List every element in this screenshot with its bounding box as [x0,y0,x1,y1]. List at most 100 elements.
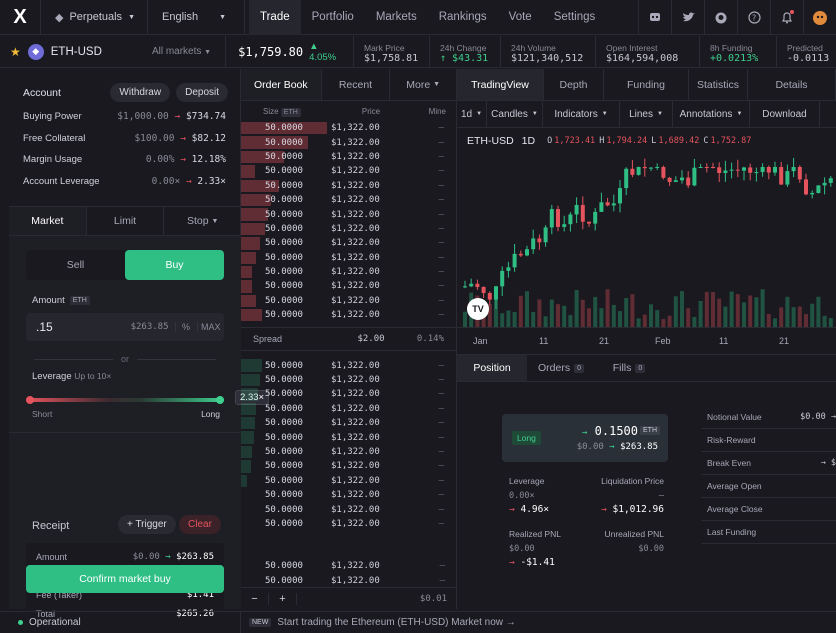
product-selector[interactable]: ◆ Perpetuals ▼ [40,0,147,35]
trigger-button[interactable]: + Trigger [118,515,176,534]
bid-row[interactable]: 50.0000 $1,322.00— [241,488,456,502]
chart-tab-statistics[interactable]: Statistics [689,69,748,100]
tab-limit[interactable]: Limit [87,207,165,235]
ask-row[interactable]: 50.0000 $1,322.00— [241,150,456,164]
announcement-link[interactable]: NEW Start trading the Ethereum (ETH-USD)… [241,617,516,628]
volume-bar [574,289,579,327]
ask-row[interactable]: 50.0000 $1,322.00— [241,121,456,135]
help-icon[interactable]: ? [737,0,770,35]
tab-position[interactable]: Position [457,355,527,381]
bid-row[interactable]: 50.0000 $1,322.00— [241,474,456,488]
ask-row[interactable]: 50.0000 $1,322.00— [241,222,456,236]
ask-row[interactable]: 50.0000 $1,322.00— [241,135,456,149]
nav-settings[interactable]: Settings [543,0,607,35]
zoom-in-button[interactable]: + [269,592,297,605]
zoom-out-button[interactable]: − [241,592,269,605]
bid-row[interactable]: 50.0000 $1,322.00— [241,430,456,444]
bid-row[interactable]: 50.0000 $1,322.00— [241,358,456,372]
volume-bar [525,291,529,327]
chart-tab-funding[interactable]: Funding [604,69,689,100]
tab-more[interactable]: More ▼ [390,69,456,100]
ask-row[interactable]: 50.0000 $1,322.00— [241,207,456,221]
language-selector[interactable]: English ▼ [147,0,240,35]
volume-bar [587,308,591,327]
ask-row[interactable]: 50.0000 $1,322.00— [241,294,456,308]
chart-tool-lines[interactable]: Lines ▼ [620,101,673,127]
leverage-slider[interactable]: 2.33× [26,390,270,405]
chart-tool-annotations[interactable]: Annotations ▼ [673,101,750,127]
candle [568,214,573,225]
bid-row[interactable]: 50.0000 $1,322.00— [241,559,457,573]
tab-market[interactable]: Market [9,207,87,235]
volume-bar [797,306,802,327]
confirm-button[interactable]: Confirm market buy [26,565,224,593]
nav-markets[interactable]: Markets [365,0,428,35]
chevron-down-icon: ▼ [656,111,663,117]
bid-row[interactable]: 50.0000 $1,322.00— [241,373,456,387]
chart-tool-download[interactable]: Download [750,101,820,127]
bid-row[interactable]: 50.0000 $1,322.00— [241,517,456,531]
avatar[interactable] [803,0,836,35]
amount-field[interactable]: .15 $263.85 % MAX [26,313,224,341]
discord-icon[interactable] [638,0,671,35]
volume-bar [742,302,746,327]
clear-button[interactable]: Clear [179,515,221,534]
candle [636,167,641,175]
candlestick-chart[interactable] [457,147,836,327]
chart-tool-candles[interactable]: Candles ▼ [487,101,543,127]
col-mine: Mine [428,106,446,116]
bid-row[interactable]: 50.0000 $1,322.00— [241,402,456,416]
nav-trade[interactable]: Trade [249,0,301,35]
bid-row[interactable]: 50.0000 $1,322.00— [241,459,456,473]
bid-row[interactable]: 50.0000 $1,322.00— [241,502,456,516]
asks-list: 50.0000 $1,322.00—50.0000 $1,322.00—50.000… [241,121,456,322]
chart-tool-1d[interactable]: 1d ▼ [457,101,487,127]
max-button[interactable]: MAX [196,322,224,332]
candle [642,167,647,169]
ask-row[interactable]: 50.0000 $1,322.00— [241,251,456,265]
bell-icon[interactable] [770,0,803,35]
ask-row[interactable]: 50.0000 $1,322.00— [241,236,456,250]
bid-row[interactable]: 50.0000 $1,322.00— [241,416,456,430]
github-icon[interactable] [704,0,737,35]
tab-fills[interactable]: Fills 0 [595,355,663,381]
chevron-down-icon: ▼ [476,111,483,117]
nav-rankings[interactable]: Rankings [428,0,498,35]
twitter-icon[interactable] [671,0,704,35]
change-pct: ▲ 4.05% [309,40,337,63]
ask-row[interactable]: 50.0000 $1,322.00— [241,279,456,293]
tradingview-logo-icon[interactable]: TV [467,298,489,320]
ask-row[interactable]: 50.0000 $1,322.00— [241,179,456,193]
chart-tab-details[interactable]: Details [748,69,836,100]
sell-button[interactable]: Sell [26,250,125,280]
all-markets-button[interactable]: All markets ▼ [152,46,211,57]
bid-row[interactable]: 50.0000 $1,322.00— [241,445,456,459]
buy-button[interactable]: Buy [125,250,224,280]
favorite-star-icon[interactable]: ★ [10,45,21,59]
tab-order-book[interactable]: Order Book [241,69,322,100]
chart-tool-indicators[interactable]: Indicators ▼ [543,101,620,127]
deposit-button[interactable]: Deposit [176,83,228,102]
bid-row[interactable]: 50.0000 $1,322.00— [241,387,456,401]
chart-tab-depth[interactable]: Depth [544,69,604,100]
nav-portfolio[interactable]: Portfolio [301,0,365,35]
candle [605,202,610,206]
amount-input[interactable]: .15 [36,320,100,334]
position-card[interactable]: Long → 0.1500 ETH $0.00 → $263.85 [502,414,668,462]
ask-row[interactable]: 50.0000 $1,322.00— [241,164,456,178]
ask-row[interactable]: 50.0000 $1,322.00— [241,193,456,207]
position-panel: Position Orders 0 Fills 0 Long → 0.1500 ET… [457,354,836,609]
chart-tab-tradingview[interactable]: TradingView [457,69,544,100]
ask-row[interactable]: 50.0000 $1,322.00— [241,308,456,322]
chevron-down-icon: ▼ [736,111,743,117]
bid-row[interactable]: 50.0000 $1,322.00— [241,573,457,587]
withdraw-button[interactable]: Withdraw [110,83,171,102]
percent-button[interactable]: % [174,322,197,332]
tab-orders[interactable]: Orders 0 [527,355,595,381]
nav-vote[interactable]: Vote [498,0,543,35]
tab-stop[interactable]: Stop ▼ [164,207,241,235]
candle [785,171,790,185]
tab-recent[interactable]: Recent [322,69,391,100]
ask-row[interactable]: 50.0000 $1,322.00— [241,265,456,279]
logo-icon[interactable]: X [0,0,40,35]
